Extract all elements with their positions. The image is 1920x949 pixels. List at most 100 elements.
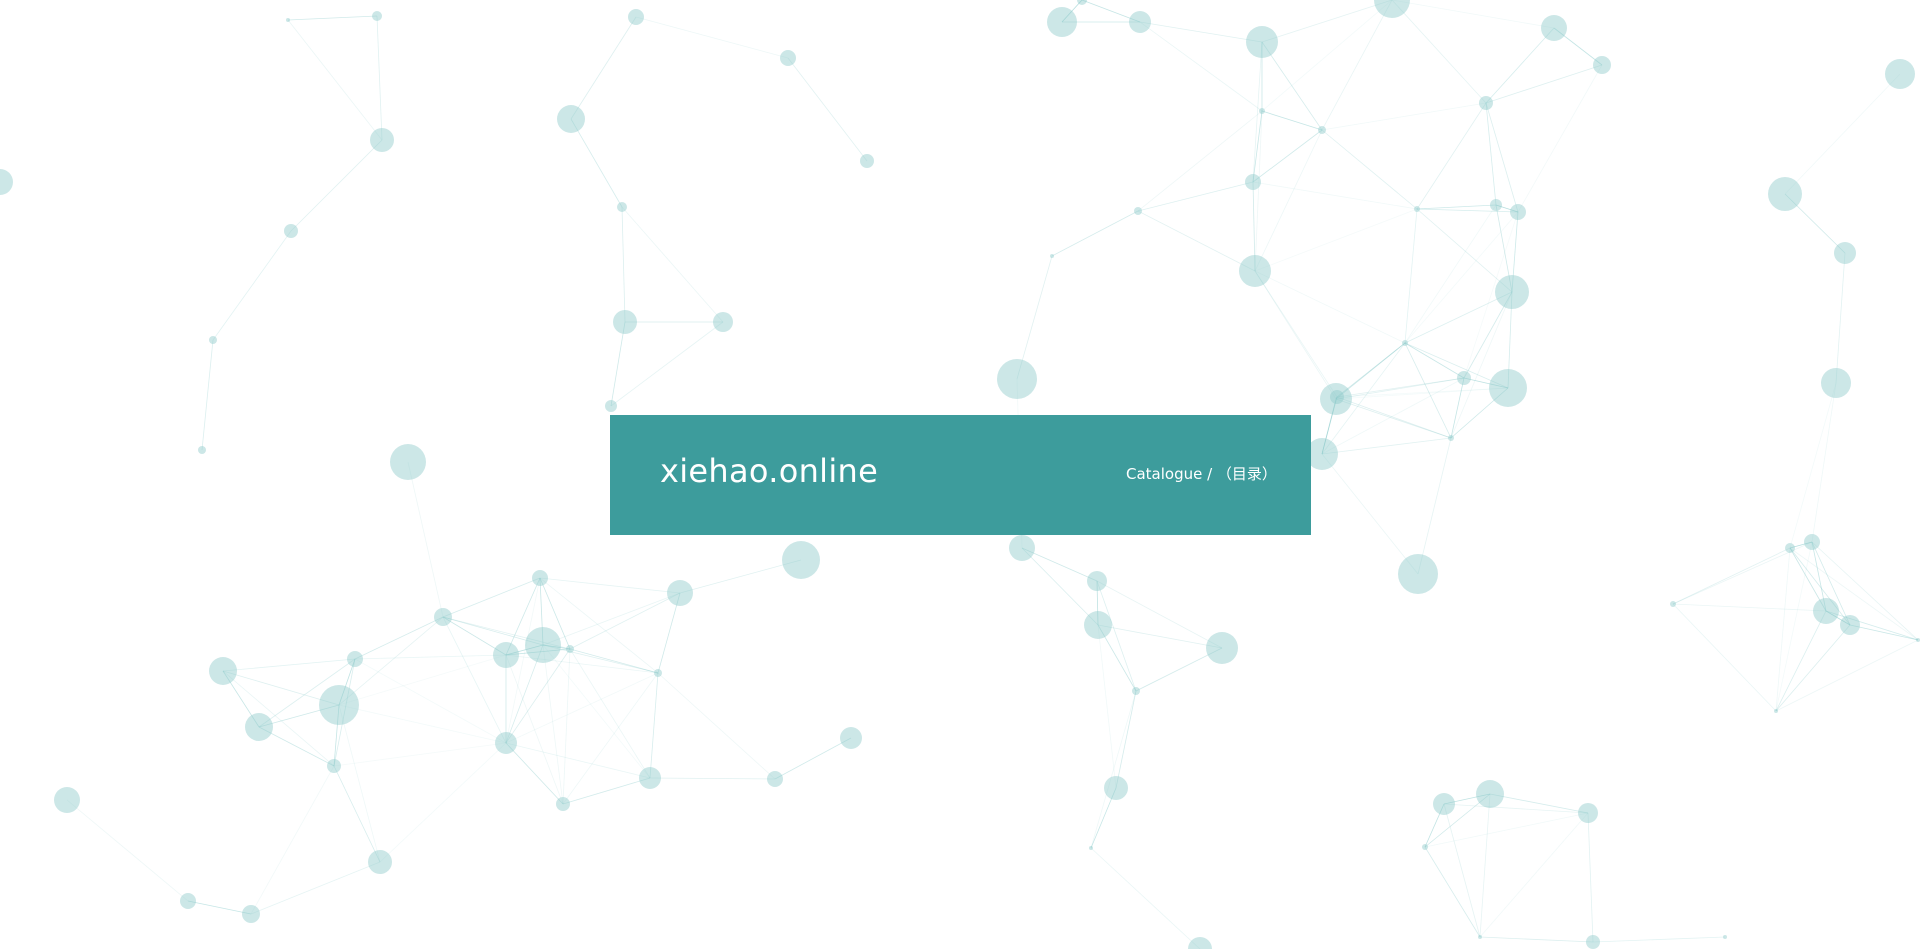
particle-dot <box>1050 254 1054 258</box>
particle-link <box>1775 639 1919 712</box>
particle-link <box>1321 453 1419 575</box>
particle-link <box>1784 73 1901 195</box>
particle-dot <box>1087 571 1107 591</box>
particle-link <box>1090 847 1201 949</box>
particle-dot <box>1433 793 1455 815</box>
particle-dot <box>370 128 394 152</box>
particle-dot <box>532 570 548 586</box>
particle-dot <box>390 444 426 480</box>
particle-link <box>1517 64 1603 213</box>
particle-dot <box>557 105 585 133</box>
particle-link <box>570 16 637 120</box>
particle-link <box>1811 382 1837 543</box>
particle-link <box>1587 812 1594 943</box>
particle-dot <box>1490 199 1502 211</box>
particle-dot <box>613 310 637 334</box>
particle-dot <box>1047 7 1077 37</box>
particle-dot <box>1804 534 1820 550</box>
particle-link <box>1672 603 1777 712</box>
particle-dot <box>1188 937 1212 949</box>
particle-link <box>1090 690 1137 849</box>
particle-dot <box>617 202 627 212</box>
particle-link <box>1825 610 1919 641</box>
particle-link <box>1672 547 1791 605</box>
particle-link <box>1417 437 1452 575</box>
particle-link <box>250 861 381 915</box>
particle-dot <box>180 893 196 909</box>
particle-link <box>1443 803 1481 938</box>
particle-dot <box>667 580 693 606</box>
particle-link <box>1416 204 1497 210</box>
particle-dot <box>628 9 644 25</box>
catalogue-link[interactable]: Catalogue / （目录） <box>1126 467 1277 482</box>
particle-link <box>1479 793 1491 938</box>
particle-dot <box>1134 207 1142 215</box>
particle-link <box>1485 102 1497 206</box>
particle-link <box>1139 21 1263 43</box>
particle-link <box>1261 0 1393 112</box>
particle-link <box>1261 110 1323 131</box>
particle-link <box>649 672 659 779</box>
particle-dot <box>1129 11 1151 33</box>
particle-dot <box>639 767 661 789</box>
particle-link <box>287 15 378 21</box>
particle-dot <box>713 312 733 332</box>
particle-dot <box>1084 611 1112 639</box>
particle-link <box>66 799 189 902</box>
particle-link <box>333 742 507 767</box>
site-title[interactable]: xiehao.online <box>660 455 878 487</box>
particle-dot <box>54 787 80 813</box>
particle-dot <box>1414 206 1420 212</box>
particle-dot <box>1885 59 1915 89</box>
particle-link <box>222 658 356 672</box>
particle-link <box>774 737 852 780</box>
particle-dot <box>654 669 662 677</box>
particle-link <box>354 616 444 660</box>
particle-link <box>1789 382 1837 549</box>
particle-dot <box>1785 543 1795 553</box>
particle-link <box>505 742 564 805</box>
particle-link <box>1252 181 1418 210</box>
particle-link <box>1021 547 1099 626</box>
particle-dot <box>1723 935 1727 939</box>
particle-link <box>338 704 507 744</box>
particle-link <box>1097 624 1117 789</box>
particle-link <box>1137 210 1256 272</box>
particle-dot <box>327 759 341 773</box>
particle-dot <box>1479 96 1493 110</box>
particle-link <box>1424 846 1481 938</box>
particle-dot <box>1239 255 1271 287</box>
particle-link <box>1137 110 1263 212</box>
particle-link <box>505 742 651 779</box>
particle-link <box>569 648 659 674</box>
particle-dot <box>1586 935 1600 949</box>
particle-link <box>1416 208 1513 293</box>
particle-link <box>1115 690 1137 789</box>
particle-dot <box>1009 535 1035 561</box>
particle-link <box>649 777 776 780</box>
header-bar: xiehao.online Catalogue / （目录） <box>610 415 1311 535</box>
particle-dot <box>1510 204 1526 220</box>
particle-link <box>1479 812 1589 938</box>
particle-dot <box>284 224 298 238</box>
particle-link <box>338 704 381 863</box>
particle-link <box>376 15 383 141</box>
particle-link <box>212 230 292 341</box>
particle-link <box>1321 129 1418 210</box>
particle-link <box>407 461 444 618</box>
particle-link <box>287 19 383 141</box>
particle-dot <box>860 154 874 168</box>
particle-link <box>333 765 381 863</box>
particle-dot <box>1089 846 1093 850</box>
particle-link <box>1252 129 1323 183</box>
particle-dot <box>605 400 617 412</box>
particle-dot <box>1476 780 1504 808</box>
particle-link <box>379 742 507 863</box>
page-background: xiehao.online Catalogue / （目录） <box>0 0 1920 949</box>
particle-link <box>1835 252 1846 384</box>
particle-dot <box>525 627 561 663</box>
particle-link <box>562 648 571 805</box>
particle-link <box>354 658 507 744</box>
particle-link <box>338 654 507 706</box>
particle-link <box>1254 129 1323 272</box>
